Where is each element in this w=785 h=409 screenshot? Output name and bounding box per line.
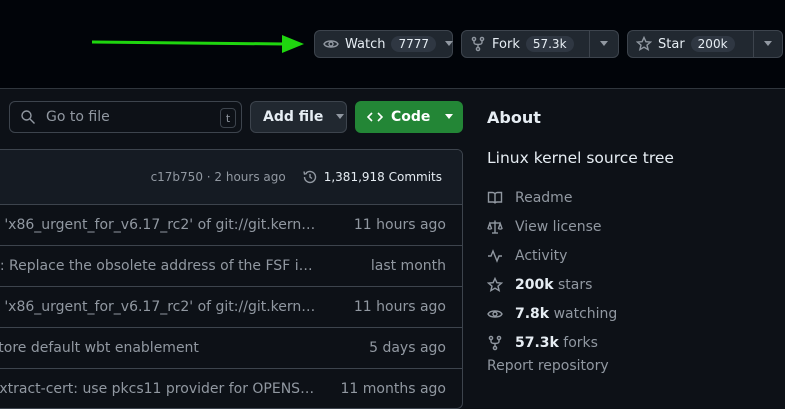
watching-label: watching <box>549 305 618 322</box>
fork-button-group: Fork 57.3k <box>461 30 619 58</box>
about-title: About <box>487 108 541 127</box>
readme-label: Readme <box>515 189 573 206</box>
about-list: Readme View license Activity 200k stars … <box>487 183 777 357</box>
commit-hash-time[interactable]: c17b750 · 2 hours ago <box>151 170 286 184</box>
eye-icon <box>323 40 339 48</box>
license-link[interactable]: View license <box>487 212 777 241</box>
table-row[interactable]: S: Replace the obsolete address of the F… <box>0 246 462 287</box>
latest-commit-bar: c17b750 · 2 hours ago 1,381,918 Commits <box>0 150 462 205</box>
report-repository-link[interactable]: Report repository <box>487 358 777 374</box>
star-button[interactable]: Star 200k <box>628 31 753 57</box>
stars-link[interactable]: 200k stars <box>487 270 777 299</box>
about-sidebar: About Linux kernel source tree Readme Vi… <box>487 108 777 374</box>
forks-count: 57.3k <box>515 334 559 351</box>
activity-link[interactable]: Activity <box>487 241 777 270</box>
forks-link[interactable]: 57.3k forks <box>487 328 777 357</box>
eye-icon <box>487 309 503 318</box>
watch-label: Watch <box>345 36 386 52</box>
pulse-icon <box>488 248 502 263</box>
license-label: View license <box>515 218 602 235</box>
go-to-file-search[interactable]: t <box>9 101 242 133</box>
repo-header-bar: Watch 7777 Fork 57.3k Star 200k <box>0 0 785 89</box>
table-row[interactable]: g 'x86_urgent_for_v6.17_rc2' of git://gi… <box>0 205 462 246</box>
table-row[interactable]: store default wbt enablement 5 days ago <box>0 328 462 369</box>
commits-link[interactable]: 1,381,918 Commits <box>302 169 442 185</box>
table-row[interactable]: g 'x86_urgent_for_v6.17_rc2' of git://gi… <box>0 287 462 328</box>
fork-button[interactable]: Fork 57.3k <box>462 31 589 57</box>
chevron-down-icon <box>336 114 345 119</box>
chevron-down-icon <box>445 114 454 119</box>
forks-label: forks <box>558 334 598 351</box>
star-count: 200k <box>690 36 735 52</box>
search-input[interactable] <box>44 108 218 126</box>
commits-count: 1,381,918 Commits <box>323 170 442 184</box>
fork-icon <box>471 36 485 52</box>
star-button-group: Star 200k <box>627 30 783 58</box>
annotation-arrow <box>91 35 304 53</box>
history-icon <box>303 170 316 184</box>
activity-label: Activity <box>515 247 568 264</box>
commit-message[interactable]: extract-cert: use pkcs11 provider for OP… <box>0 381 321 397</box>
watch-dropdown[interactable] <box>444 31 454 57</box>
commit-time: 11 months ago <box>340 381 446 397</box>
readme-link[interactable]: Readme <box>487 183 777 212</box>
fork-dropdown[interactable] <box>588 31 618 57</box>
star-dropdown[interactable] <box>752 31 782 57</box>
table-row[interactable]: extract-cert: use pkcs11 provider for OP… <box>0 369 462 408</box>
watching-link[interactable]: 7.8k watching <box>487 299 777 328</box>
commit-message[interactable]: g 'x86_urgent_for_v6.17_rc2' of git://gi… <box>0 217 321 233</box>
watch-count: 7777 <box>391 36 437 52</box>
commit-message[interactable]: g 'x86_urgent_for_v6.17_rc2' of git://gi… <box>0 299 321 315</box>
stars-label: stars <box>553 276 593 293</box>
fork-icon <box>488 335 502 350</box>
chevron-down-icon <box>763 41 772 46</box>
chevron-down-icon <box>445 41 454 46</box>
star-label: Star <box>658 36 685 52</box>
commit-time: 5 days ago <box>369 340 446 356</box>
commit-message[interactable]: store default wbt enablement <box>0 340 321 356</box>
stars-count: 200k <box>515 276 554 293</box>
add-file-button[interactable]: Add file <box>250 101 347 133</box>
file-table: c17b750 · 2 hours ago 1,381,918 Commits … <box>0 149 463 409</box>
watching-count: 7.8k <box>515 305 550 322</box>
code-icon <box>367 112 383 122</box>
add-file-label: Add file <box>263 109 324 125</box>
chevron-down-icon <box>599 41 608 46</box>
commit-time: 11 hours ago <box>353 299 446 315</box>
book-icon <box>487 191 503 204</box>
commit-time: 11 hours ago <box>353 217 446 233</box>
shortcut-key: t <box>220 108 236 128</box>
watch-button[interactable]: Watch 7777 <box>314 30 454 58</box>
search-icon <box>21 110 35 124</box>
star-icon <box>487 276 503 292</box>
fork-count: 57.3k <box>525 36 574 52</box>
commit-time: last month <box>370 258 446 274</box>
repo-description: Linux kernel source tree <box>487 149 674 167</box>
star-icon <box>636 36 652 52</box>
code-button[interactable]: Code <box>355 101 463 133</box>
fork-label: Fork <box>492 36 520 52</box>
commit-message[interactable]: S: Replace the obsolete address of the F… <box>0 258 321 274</box>
code-label: Code <box>391 109 431 125</box>
scale-icon <box>487 220 503 234</box>
